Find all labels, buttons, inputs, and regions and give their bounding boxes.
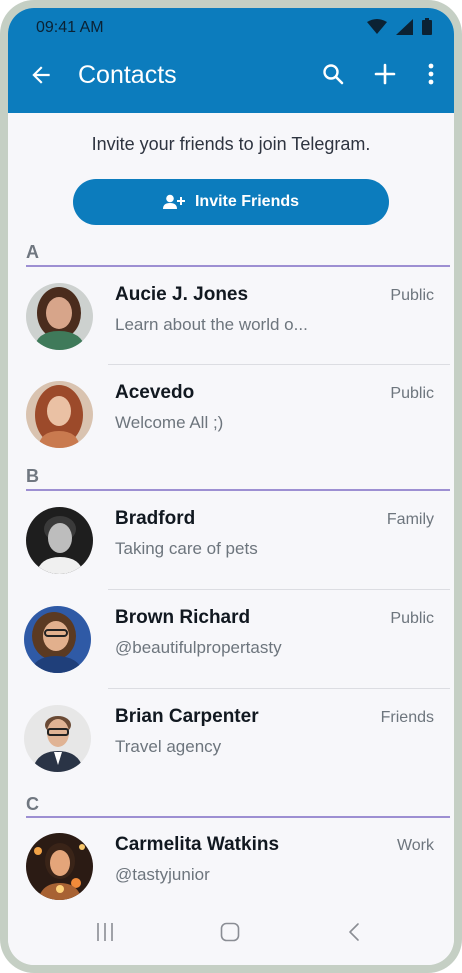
contact-item-acevedo[interactable]: Acevedo Welcome All ;) Public bbox=[8, 364, 454, 462]
recent-apps-icon[interactable] bbox=[96, 922, 114, 942]
contact-tag: Family bbox=[386, 511, 434, 528]
contact-tag: Public bbox=[390, 610, 434, 627]
wifi-icon bbox=[367, 18, 387, 34]
avatar bbox=[26, 507, 93, 574]
contact-name: Bradford bbox=[115, 508, 196, 529]
battery-icon bbox=[422, 18, 432, 35]
contact-item-carmelita-watkins[interactable]: Carmelita Watkins @tastyjunior Work bbox=[8, 816, 454, 914]
contact-status: Welcome All ;) bbox=[115, 413, 224, 432]
contact-item-aucie-j-jones[interactable]: Aucie J. Jones Learn about the world o..… bbox=[8, 266, 454, 364]
status-time: 09:41 AM bbox=[36, 19, 104, 36]
system-nav-bar bbox=[8, 908, 454, 965]
contact-status: @beautifulpropertasty bbox=[115, 638, 282, 657]
contact-name: Carmelita Watkins bbox=[115, 834, 280, 855]
search-button[interactable] bbox=[320, 61, 346, 87]
back-icon[interactable] bbox=[348, 922, 360, 942]
search-icon bbox=[323, 64, 344, 85]
plus-icon bbox=[374, 63, 396, 85]
contact-item-bradford[interactable]: Bradford Taking care of pets Family bbox=[8, 490, 454, 588]
contact-name: Brian Carpenter bbox=[115, 706, 259, 727]
contact-tag: Public bbox=[390, 287, 434, 304]
contact-status: Taking care of pets bbox=[115, 539, 258, 558]
status-icons bbox=[367, 18, 432, 35]
invite-friends-label: Invite Friends bbox=[194, 193, 300, 210]
avatar bbox=[24, 606, 91, 673]
contact-item-brian-carpenter[interactable]: Brian Carpenter Travel agency Friends bbox=[8, 688, 454, 786]
home-icon[interactable] bbox=[220, 922, 240, 942]
contact-tag: Public bbox=[390, 385, 434, 402]
screen: 09:41 AM Contacts Invite your friends to… bbox=[8, 8, 454, 965]
more-vertical-icon bbox=[428, 63, 434, 85]
contact-tag: Friends bbox=[380, 709, 434, 726]
avatar bbox=[24, 705, 91, 772]
invite-friends-button[interactable]: Invite Friends bbox=[73, 179, 389, 225]
signal-icon bbox=[396, 18, 413, 35]
avatar bbox=[26, 381, 93, 448]
back-arrow-icon[interactable] bbox=[28, 62, 54, 88]
contact-item-brown-richard[interactable]: Brown Richard @beautifulpropertasty Publ… bbox=[8, 589, 454, 687]
device-frame: 09:41 AM Contacts Invite your friends to… bbox=[0, 0, 462, 973]
contact-name: Aucie J. Jones bbox=[115, 284, 249, 305]
contact-status: Travel agency bbox=[115, 737, 222, 756]
more-options-button[interactable] bbox=[424, 61, 438, 87]
avatar bbox=[26, 283, 93, 350]
section-letter-a: A bbox=[26, 242, 39, 262]
section-letter-b: B bbox=[26, 466, 39, 486]
add-person-icon bbox=[162, 194, 185, 209]
section-letter-c: C bbox=[26, 794, 39, 814]
contact-name: Acevedo bbox=[115, 382, 195, 403]
contact-name: Brown Richard bbox=[115, 607, 251, 628]
app-bar-actions bbox=[320, 61, 438, 87]
add-contact-button[interactable] bbox=[372, 61, 398, 87]
invite-text: Invite your friends to join Telegram. bbox=[91, 134, 371, 154]
contact-status: @tastyjunior bbox=[115, 865, 210, 884]
page-title: Contacts bbox=[78, 61, 177, 89]
app-bar: 09:41 AM Contacts bbox=[8, 8, 454, 113]
contact-status: Learn about the world o... bbox=[115, 315, 308, 334]
avatar bbox=[26, 833, 93, 900]
contact-tag: Work bbox=[396, 837, 434, 854]
